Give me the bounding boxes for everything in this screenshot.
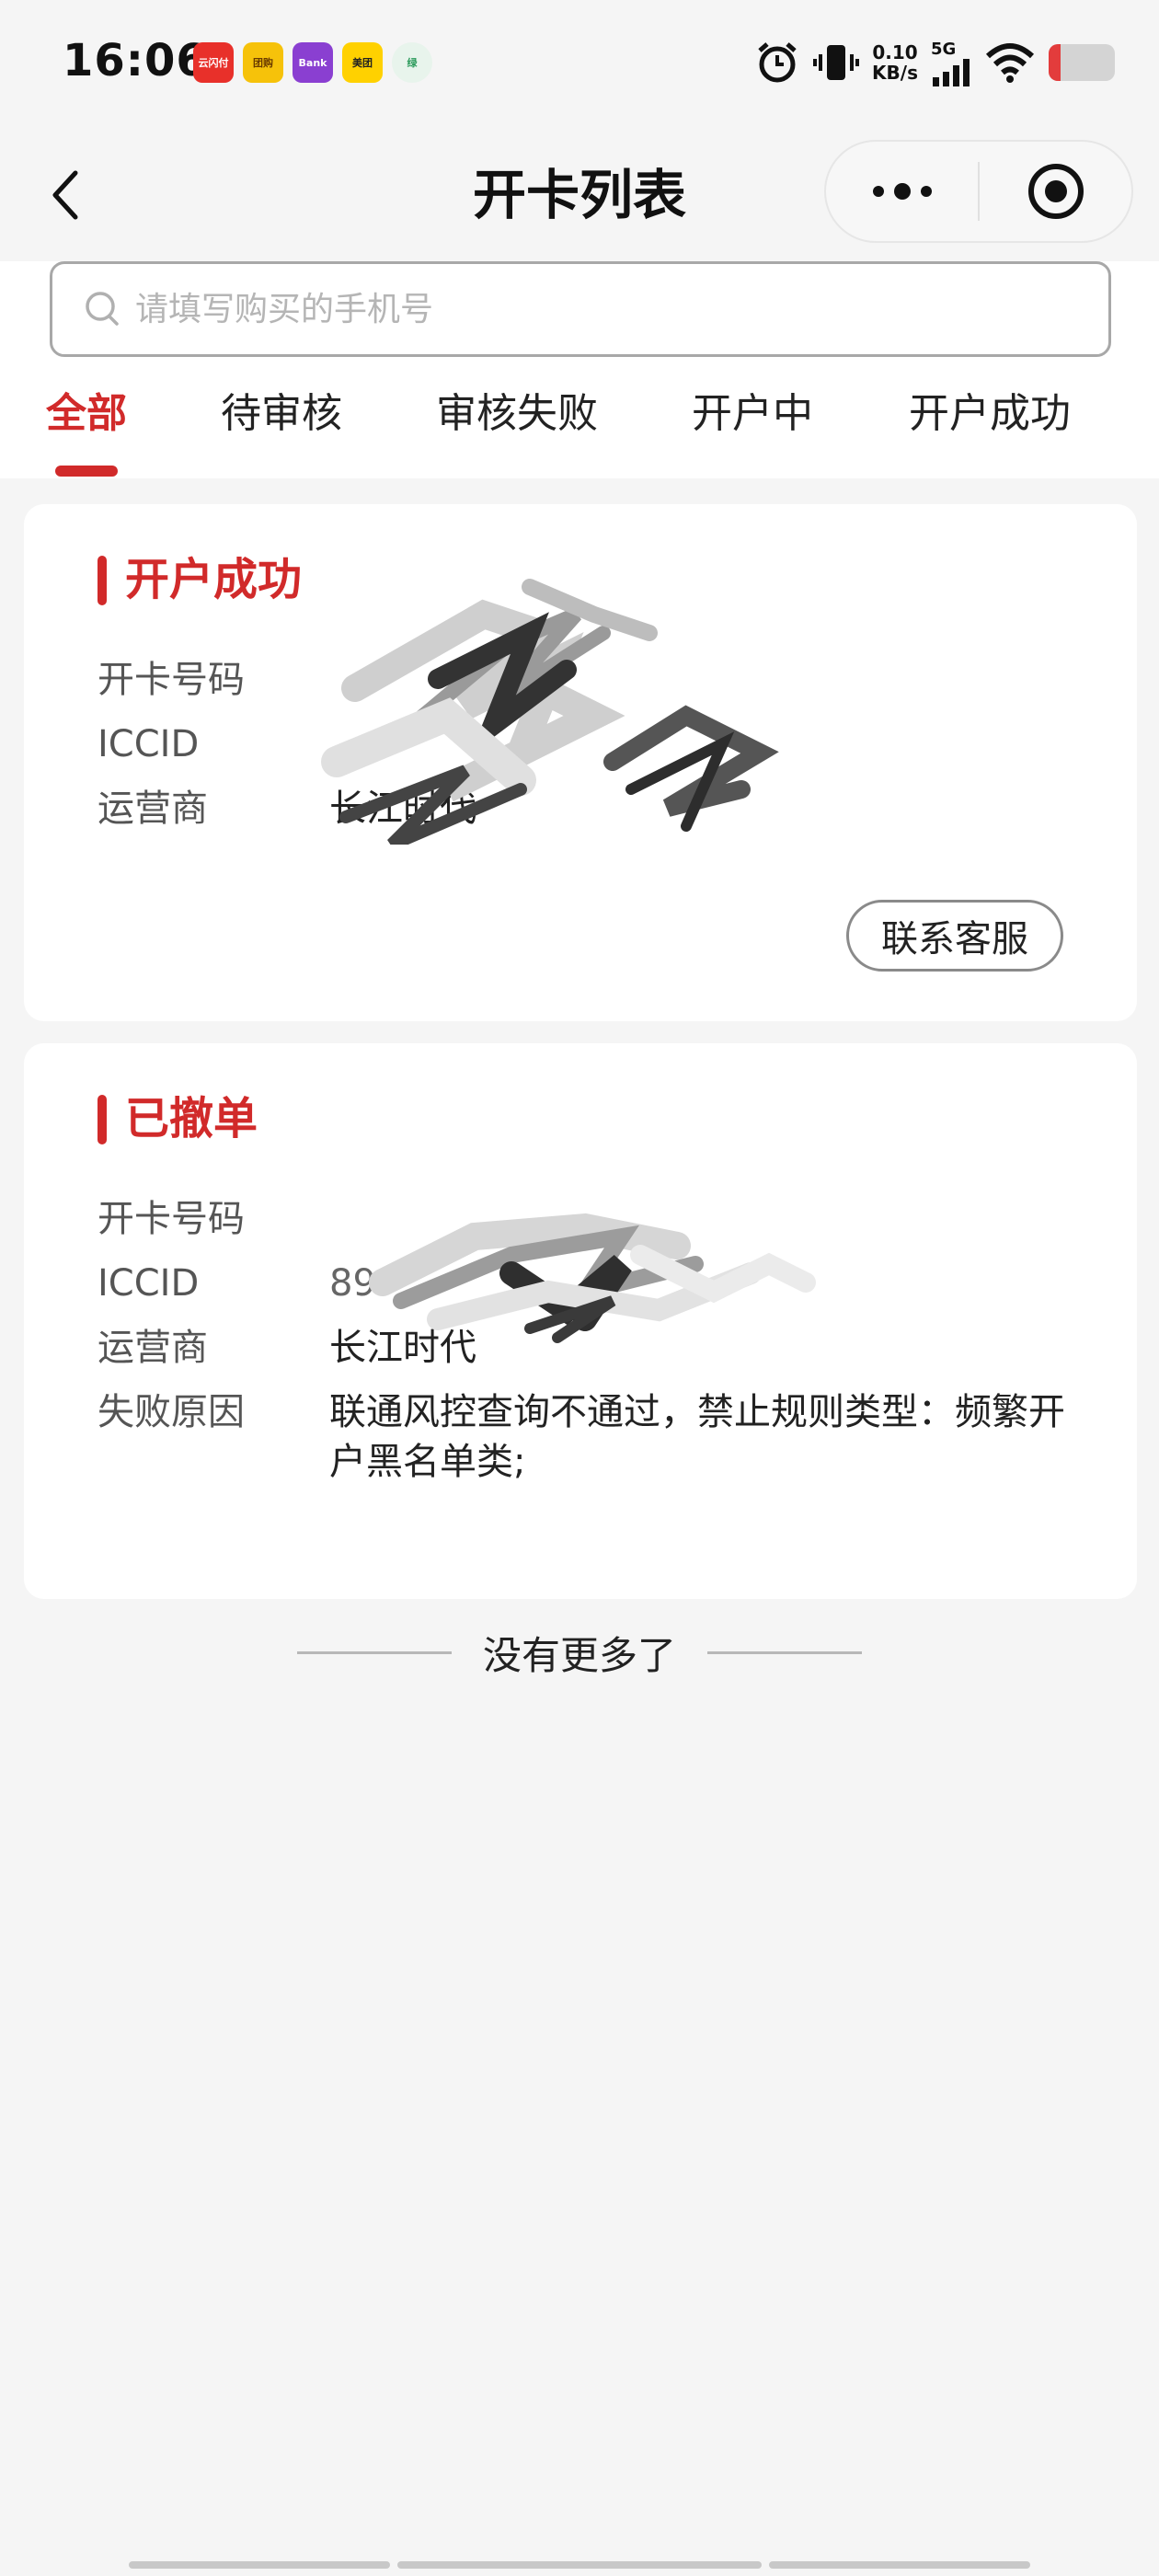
card-number-label: 开卡号码	[98, 659, 245, 701]
vibrate-icon	[813, 45, 860, 80]
bank-app-icon: Bank	[293, 42, 333, 83]
end-of-list: 没有更多了	[0, 1625, 1159, 1681]
meituan-app-icon: 美团	[342, 42, 383, 83]
tab-opening[interactable]: 开户中	[692, 386, 813, 442]
wifi-icon	[985, 43, 1035, 83]
card-number-row: 开卡号码	[98, 1194, 1065, 1244]
carrier-row: 运营商 长江时代	[98, 1323, 1065, 1373]
status-accent-bar	[98, 556, 107, 605]
order-status: 开户成功	[125, 554, 303, 605]
search-icon	[86, 292, 119, 326]
mini-program-capsule	[824, 140, 1133, 243]
contact-service-button[interactable]: 联系客服	[846, 900, 1063, 972]
failure-reason-value: 联通风控查询不通过，禁止规则类型：频繁开户黑名单类;	[329, 1391, 1065, 1483]
status-bar: 16:06 云闪付 团购 Bank 美团 绿 0.10 KB/s 5G	[0, 0, 1159, 125]
end-divider-right	[707, 1651, 862, 1654]
order-card: 已撤单 开卡号码 ICCID 89 运营商 长江时代 失败原因 联通风控查询不通…	[24, 1043, 1137, 1599]
iccid-label: ICCID	[98, 1262, 200, 1305]
search-bar	[0, 261, 1159, 357]
network-speed: 0.10 KB/s	[872, 41, 918, 84]
gesture-bar-segment	[397, 2561, 762, 2569]
alarm-icon	[758, 42, 797, 83]
card-number-row: 开卡号码	[98, 655, 1065, 705]
card-number-value	[329, 1194, 1065, 1244]
more-button[interactable]	[826, 142, 978, 241]
iccid-value	[329, 719, 1065, 769]
notification-app-icons: 云闪付 团购 Bank 美团 绿	[193, 42, 432, 83]
card-number-value	[329, 655, 1065, 705]
carrier-value: 长江时代	[329, 788, 476, 830]
status-time: 16:06	[63, 35, 208, 86]
battery-level	[1049, 44, 1061, 81]
tab-pending-review[interactable]: 待审核	[221, 386, 342, 442]
signal-bars-icon	[933, 58, 970, 86]
navigation-bar: 开卡列表	[0, 129, 1159, 261]
tab-review-failed[interactable]: 审核失败	[436, 386, 598, 442]
iccid-label: ICCID	[98, 723, 200, 765]
status-tabs: 全部 待审核 审核失败 开户中 开户成功	[0, 357, 1159, 478]
carrier-row: 运营商 长江时代	[98, 784, 1065, 834]
search-box[interactable]	[50, 261, 1111, 357]
gesture-bar-segment	[769, 2561, 1030, 2569]
battery-icon	[1049, 44, 1115, 81]
active-tab-indicator	[55, 466, 118, 477]
status-accent-bar	[98, 1095, 107, 1144]
end-divider-left	[296, 1651, 452, 1654]
page: 16:06 云闪付 团购 Bank 美团 绿 0.10 KB/s 5G 开卡列表…	[0, 0, 1159, 2576]
iccid-value: 89	[329, 1262, 376, 1305]
unionpay-app-icon: 云闪付	[193, 42, 234, 83]
order-status: 已撤单	[125, 1093, 258, 1144]
status-indicators: 0.10 KB/s 5G	[754, 35, 1115, 90]
carrier-label: 运营商	[98, 788, 208, 830]
order-card: 开户成功 开卡号码 ICCID 运营商 长江时代 联系客服	[24, 504, 1137, 1021]
target-close-icon	[1027, 164, 1084, 219]
close-mini-program-button[interactable]	[980, 142, 1131, 241]
more-dots-icon	[872, 183, 932, 200]
iccid-row: ICCID 89	[98, 1259, 1065, 1308]
no-more-text: 没有更多了	[482, 1633, 676, 1678]
iccid-row: ICCID	[98, 719, 1065, 769]
failure-reason-row: 失败原因 联通风控查询不通过，禁止规则类型：频繁开户黑名单类;	[98, 1387, 1065, 1487]
cell-signal: 5G	[931, 40, 971, 86]
gesture-bar-segment	[129, 2561, 390, 2569]
carrier-label: 运营商	[98, 1327, 208, 1369]
tab-open-success[interactable]: 开户成功	[909, 386, 1071, 442]
tab-all[interactable]: 全部	[46, 386, 127, 442]
group-buy-app-icon: 团购	[243, 42, 283, 83]
green-app-icon: 绿	[392, 42, 432, 83]
failure-reason-label: 失败原因	[98, 1391, 245, 1433]
carrier-value: 长江时代	[329, 1327, 476, 1369]
card-number-label: 开卡号码	[98, 1198, 245, 1240]
phone-search-input[interactable]	[135, 290, 1037, 328]
